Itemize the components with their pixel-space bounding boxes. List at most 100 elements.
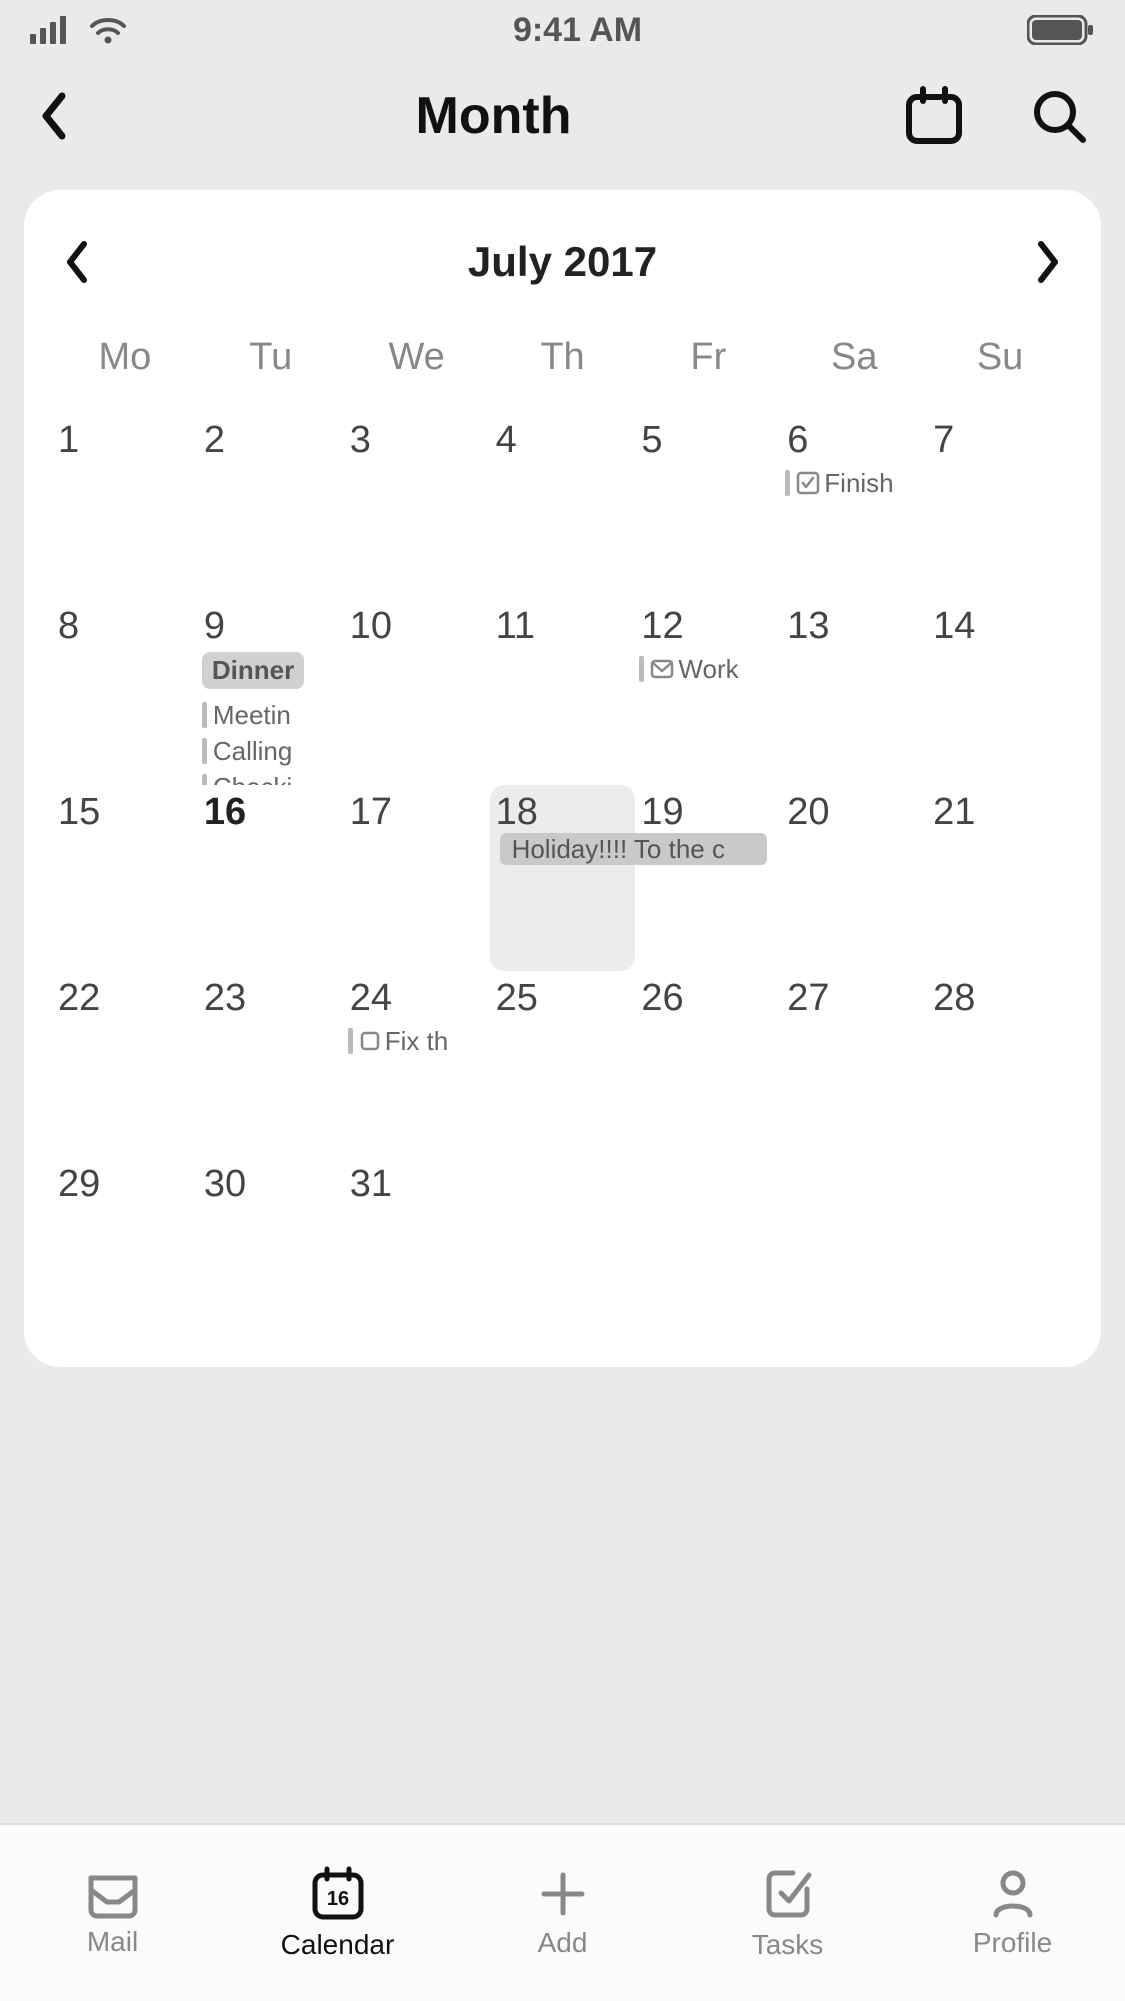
month-label: July 2017: [468, 238, 657, 286]
back-button[interactable]: [36, 90, 84, 142]
day-number: 2: [202, 419, 340, 462]
status-bar: 9:41 AM: [0, 0, 1125, 60]
mail-icon: [83, 1868, 143, 1920]
event-item[interactable]: Finish: [785, 466, 923, 500]
signal-icon: [30, 16, 70, 44]
svg-text:16: 16: [326, 1888, 348, 1910]
day-cell[interactable]: 19: [635, 785, 781, 971]
multi-day-event[interactable]: Holiday!!!! To the c: [500, 833, 768, 865]
day-number: 15: [56, 791, 194, 834]
weekday-label: Su: [927, 326, 1073, 413]
day-number: 10: [348, 605, 486, 648]
square-icon: [359, 1030, 381, 1052]
event-label: Meetin: [213, 700, 291, 731]
weekday-label: Th: [490, 326, 636, 413]
tab-label: Mail: [87, 1926, 138, 1958]
weekday-label: We: [344, 326, 490, 413]
day-cell[interactable]: 11: [490, 599, 636, 785]
event-label: Work: [678, 654, 738, 685]
day-cell[interactable]: 20: [781, 785, 927, 971]
day-cell[interactable]: 9DinnerMeetinCallingChecki: [198, 599, 344, 785]
event-item[interactable]: Fix th: [348, 1024, 486, 1058]
status-time: 9:41 AM: [513, 11, 642, 50]
day-number: 19: [639, 791, 777, 834]
day-cell[interactable]: 16: [198, 785, 344, 971]
day-cell[interactable]: 21: [927, 785, 1073, 971]
event-item[interactable]: Work: [639, 652, 777, 686]
day-cell[interactable]: 17: [344, 785, 490, 971]
day-number: 27: [785, 977, 923, 1020]
event-bar: [639, 656, 644, 682]
day-number: 31: [348, 1163, 486, 1206]
event-label: Fix th: [385, 1026, 449, 1057]
day-cell[interactable]: 31: [344, 1157, 490, 1343]
event-pill[interactable]: Dinner: [202, 652, 304, 689]
day-cell[interactable]: 4: [490, 413, 636, 599]
tab-tasks[interactable]: Tasks: [675, 1825, 900, 2001]
day-number: 1: [56, 419, 194, 462]
calendar-grid: 123456Finish789DinnerMeetinCallingChecki…: [52, 413, 1073, 1343]
tab-label: Tasks: [752, 1929, 824, 1961]
day-cell[interactable]: 24Fix th: [344, 971, 490, 1157]
next-month-button[interactable]: [1031, 238, 1065, 286]
day-cell[interactable]: 26: [635, 971, 781, 1157]
weekday-label: Fr: [635, 326, 781, 413]
day-cell[interactable]: 27: [781, 971, 927, 1157]
weekday-label: Tu: [198, 326, 344, 413]
tab-label: Calendar: [281, 1929, 395, 1961]
event-label: Checki: [213, 772, 292, 786]
day-cell[interactable]: 22: [52, 971, 198, 1157]
day-number: 8: [56, 605, 194, 648]
day-number: 28: [931, 977, 1069, 1020]
day-number: 20: [785, 791, 923, 834]
day-number: 22: [56, 977, 194, 1020]
calendar-icon[interactable]: [903, 85, 965, 147]
event-item[interactable]: Meetin: [202, 698, 340, 732]
prev-month-button[interactable]: [60, 238, 94, 286]
event-bar: [202, 702, 207, 728]
day-number: 17: [348, 791, 486, 834]
tab-add[interactable]: Add: [450, 1825, 675, 2001]
day-cell[interactable]: 23: [198, 971, 344, 1157]
tab-mail[interactable]: Mail: [0, 1825, 225, 2001]
day-cell[interactable]: 25: [490, 971, 636, 1157]
day-cell[interactable]: 3: [344, 413, 490, 599]
search-icon[interactable]: [1029, 86, 1089, 146]
day-number: 5: [639, 419, 777, 462]
day-cell[interactable]: 5: [635, 413, 781, 599]
day-number: 26: [639, 977, 777, 1020]
tab-profile[interactable]: Profile: [900, 1825, 1125, 2001]
day-cell[interactable]: 13: [781, 599, 927, 785]
event-item[interactable]: Calling: [202, 734, 340, 768]
day-cell[interactable]: 12 Work: [635, 599, 781, 785]
day-cell[interactable]: 29: [52, 1157, 198, 1343]
day-number: 25: [494, 977, 632, 1020]
battery-icon: [1027, 15, 1095, 45]
event-label: Calling: [213, 736, 293, 767]
day-number: 23: [202, 977, 340, 1020]
day-number: 16: [202, 791, 340, 834]
weekday-row: MoTuWeThFrSaSu: [52, 326, 1073, 413]
day-cell[interactable]: 28: [927, 971, 1073, 1157]
day-cell[interactable]: 1: [52, 413, 198, 599]
day-cell[interactable]: 18: [490, 785, 636, 971]
tab-calendar[interactable]: 16 Calendar: [225, 1825, 450, 2001]
day-cell[interactable]: 14: [927, 599, 1073, 785]
profile-icon: [986, 1867, 1040, 1921]
event-item[interactable]: Checki: [202, 770, 340, 785]
day-cell[interactable]: 30: [198, 1157, 344, 1343]
day-cell[interactable]: 7: [927, 413, 1073, 599]
event-bar: [202, 738, 207, 764]
day-number: 7: [931, 419, 1069, 462]
day-number: 21: [931, 791, 1069, 834]
day-cell[interactable]: 10: [344, 599, 490, 785]
day-number: 12: [639, 605, 777, 648]
day-cell[interactable]: 2: [198, 413, 344, 599]
page-title: Month: [416, 86, 572, 146]
day-number: 6: [785, 419, 923, 462]
wifi-icon: [88, 16, 128, 44]
day-cell[interactable]: 15: [52, 785, 198, 971]
day-cell[interactable]: 6 Finish: [781, 413, 927, 599]
day-cell[interactable]: 8: [52, 599, 198, 785]
day-number: 3: [348, 419, 486, 462]
